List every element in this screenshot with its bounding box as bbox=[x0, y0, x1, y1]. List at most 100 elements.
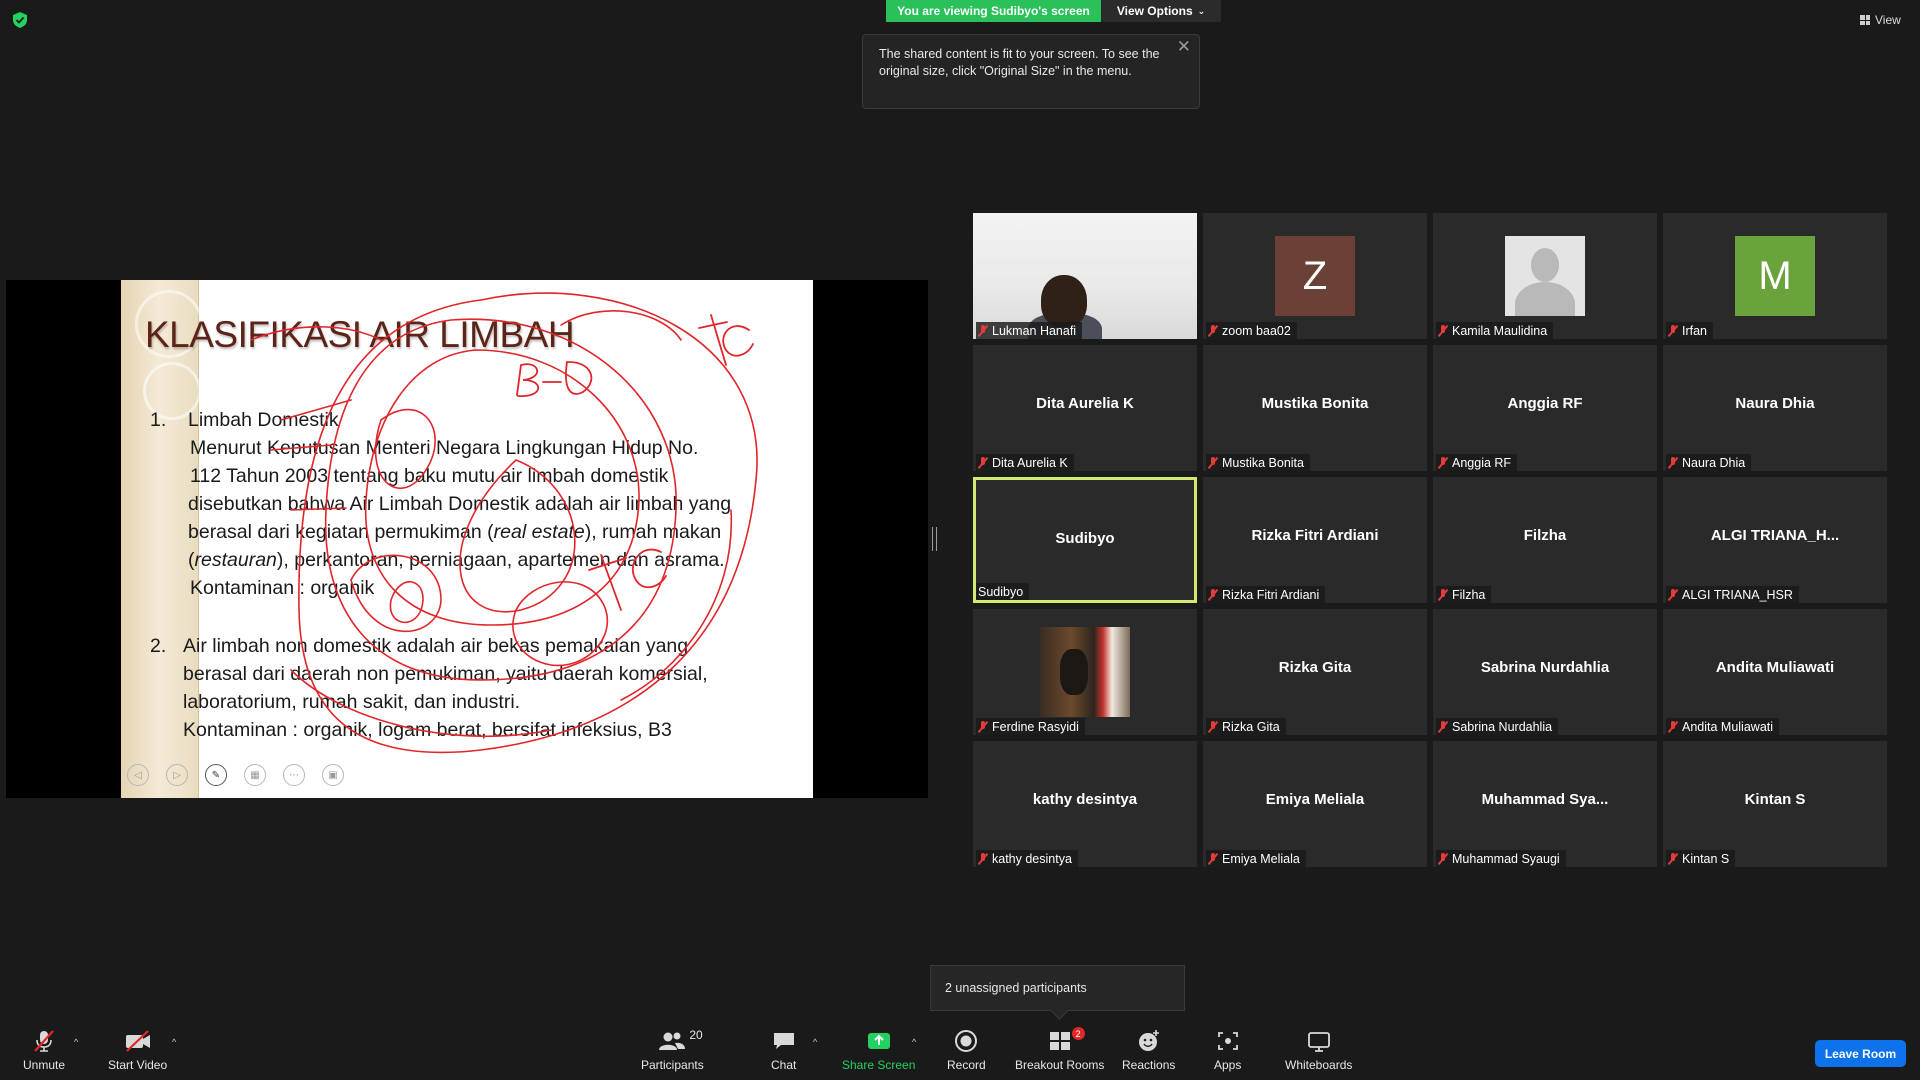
close-icon[interactable]: ✕ bbox=[1177, 38, 1191, 55]
participant-name: Filzha bbox=[1452, 587, 1486, 602]
participant-name: Dita Aurelia K bbox=[992, 455, 1068, 470]
item1-line: (restauran), perkantoran, perniagaan, ap… bbox=[188, 549, 725, 571]
chat-bubble-icon bbox=[772, 1028, 796, 1054]
start-video-button[interactable]: Start Video bbox=[108, 1028, 167, 1072]
participant-display-name: Emiya Meliala bbox=[1265, 791, 1365, 808]
participant-tile[interactable]: Muhammad Sya... Muhammad Syaugi bbox=[1433, 741, 1657, 867]
participant-display-name: Rizka Fitri Ardiani bbox=[1251, 527, 1379, 544]
share-screen-icon bbox=[866, 1028, 892, 1054]
participant-name-label: ALGI TRIANA_HSR bbox=[1666, 586, 1799, 603]
participant-tile[interactable]: Mustika Bonita Mustika Bonita bbox=[1203, 345, 1427, 471]
microphone-muted-icon bbox=[978, 324, 988, 337]
record-button[interactable]: Record bbox=[947, 1028, 986, 1072]
participant-tile[interactable]: M Irfan bbox=[1663, 213, 1887, 339]
item1-heading: Limbah Domestik bbox=[188, 409, 339, 431]
breakout-rooms-label: Breakout Rooms bbox=[1015, 1058, 1105, 1072]
microphone-muted-icon bbox=[1438, 720, 1448, 733]
whiteboard-icon bbox=[1306, 1028, 1332, 1054]
record-label: Record bbox=[947, 1058, 986, 1072]
view-options-menu[interactable]: View Options ⌄ bbox=[1101, 0, 1221, 22]
participant-name-label: Sabrina Nurdahlia bbox=[1436, 718, 1559, 735]
participant-tile[interactable]: Zzoom baa02 bbox=[1203, 213, 1427, 339]
participant-name: kathy desintya bbox=[992, 851, 1072, 866]
participant-name-label: Filzha bbox=[1436, 586, 1492, 603]
microphone-muted-icon bbox=[978, 852, 988, 865]
participant-tile[interactable]: Kamila Maulidina bbox=[1433, 213, 1657, 339]
view-options-label: View Options bbox=[1116, 4, 1193, 18]
chat-label: Chat bbox=[771, 1058, 797, 1072]
participant-name: Sudibyo bbox=[978, 584, 1024, 599]
participant-tile[interactable]: Naura Dhia Naura Dhia bbox=[1663, 345, 1887, 471]
unmute-button[interactable]: Unmute bbox=[23, 1028, 65, 1072]
participant-name: zoom baa02 bbox=[1222, 323, 1291, 338]
slide-sorter-icon[interactable]: ▦ bbox=[244, 764, 266, 786]
leave-room-button[interactable]: Leave Room bbox=[1815, 1040, 1906, 1067]
participant-name-label: Irfan bbox=[1666, 322, 1714, 339]
participant-tile[interactable]: Rizka Gita Rizka Gita bbox=[1203, 609, 1427, 735]
more-options-icon[interactable]: ⋯ bbox=[283, 764, 305, 786]
chat-options-caret[interactable]: ^ bbox=[813, 1037, 817, 1047]
participant-tile[interactable]: ALGI TRIANA_H... ALGI TRIANA_HSR bbox=[1663, 477, 1887, 603]
participant-tile[interactable]: Filzha Filzha bbox=[1433, 477, 1657, 603]
participant-display-name: ALGI TRIANA_H... bbox=[1710, 527, 1840, 544]
apps-icon bbox=[1215, 1028, 1241, 1054]
security-shield-icon[interactable] bbox=[13, 12, 27, 28]
microphone-muted-icon bbox=[1438, 588, 1448, 601]
participant-name: Emiya Meliala bbox=[1222, 851, 1300, 866]
participant-tile[interactable]: Andita Muliawati Andita Muliawati bbox=[1663, 609, 1887, 735]
microphone-muted-icon bbox=[1208, 852, 1218, 865]
display-settings-icon[interactable]: ▣ bbox=[322, 764, 344, 786]
chat-button[interactable]: Chat bbox=[771, 1028, 796, 1072]
participant-tile[interactable]: kathy desintya kathy desintya bbox=[973, 741, 1197, 867]
item2-number: 2. bbox=[150, 635, 167, 657]
participant-display-name: Filzha bbox=[1523, 527, 1567, 544]
participant-tile[interactable]: Kintan S Kintan S bbox=[1663, 741, 1887, 867]
video-options-caret[interactable]: ^ bbox=[172, 1037, 176, 1047]
share-options-caret[interactable]: ^ bbox=[912, 1037, 916, 1047]
unassigned-participants-popup[interactable]: 2 unassigned participants bbox=[930, 965, 1185, 1011]
participant-name-label: Anggia RF bbox=[1436, 454, 1518, 471]
whiteboards-button[interactable]: Whiteboards bbox=[1285, 1028, 1352, 1072]
apps-button[interactable]: Apps bbox=[1214, 1028, 1241, 1072]
participant-tile[interactable]: Anggia RF Anggia RF bbox=[1433, 345, 1657, 471]
item1-line: disebutkan bahwa Air Limbah Domestik ada… bbox=[188, 493, 732, 515]
participant-name-label: Emiya Meliala bbox=[1206, 850, 1306, 867]
participant-gallery: Lukman Hanafi Zzoom baa02 Kamila Maulidina… bbox=[973, 213, 1887, 867]
split-view-resize-handle[interactable] bbox=[932, 527, 937, 551]
next-slide-icon[interactable]: ▷ bbox=[166, 764, 188, 786]
participants-button[interactable]: 20 Participants bbox=[641, 1028, 704, 1072]
item1-line: berasal dari kegiatan permukiman (real e… bbox=[188, 521, 722, 543]
participant-tile[interactable]: Emiya Meliala Emiya Meliala bbox=[1203, 741, 1427, 867]
participant-tile[interactable]: Lukman Hanafi bbox=[973, 213, 1197, 339]
share-screen-button[interactable]: Share Screen bbox=[842, 1028, 915, 1072]
view-label: View bbox=[1875, 13, 1901, 27]
participant-display-name: Sabrina Nurdahlia bbox=[1480, 659, 1610, 676]
participant-tile[interactable]: Sabrina Nurdahlia Sabrina Nurdahlia bbox=[1433, 609, 1657, 735]
microphone-muted-icon bbox=[1668, 324, 1678, 337]
presentation-slide: KLASIFIKASI AIR LIMBAH 1. Limbah Domesti… bbox=[121, 280, 813, 798]
participant-name: Kintan S bbox=[1682, 851, 1730, 866]
microphone-muted-icon bbox=[1438, 852, 1448, 865]
participant-name-label: Rizka Fitri Ardiani bbox=[1206, 586, 1326, 603]
view-layout-button[interactable]: View bbox=[1860, 12, 1901, 28]
participant-name-label: Mustika Bonita bbox=[1206, 454, 1310, 471]
slide-controls: ◁ ▷ ✎ ▦ ⋯ ▣ bbox=[127, 764, 344, 786]
participant-tile[interactable]: Ferdine Rasyidi bbox=[973, 609, 1197, 735]
microphone-muted-icon bbox=[31, 1028, 57, 1054]
participant-display-name: Sudibyo bbox=[1055, 530, 1115, 547]
previous-slide-icon[interactable]: ◁ bbox=[127, 764, 149, 786]
shared-screen-area: KLASIFIKASI AIR LIMBAH 1. Limbah Domesti… bbox=[6, 280, 928, 798]
participant-tile[interactable]: Dita Aurelia K Dita Aurelia K bbox=[973, 345, 1197, 471]
microphone-muted-icon bbox=[978, 720, 988, 733]
participant-name: Naura Dhia bbox=[1682, 455, 1746, 470]
participant-name-label: Kamila Maulidina bbox=[1436, 322, 1554, 339]
whiteboards-label: Whiteboards bbox=[1285, 1058, 1353, 1072]
pen-tool-icon[interactable]: ✎ bbox=[205, 764, 227, 786]
reactions-button[interactable]: Reactions bbox=[1122, 1028, 1175, 1072]
item2-line: laboratorium, rumah sakit, dan industri. bbox=[183, 691, 521, 713]
share-screen-label: Share Screen bbox=[842, 1058, 916, 1072]
breakout-rooms-button[interactable]: 2 Breakout Rooms bbox=[1015, 1027, 1105, 1072]
audio-options-caret[interactable]: ^ bbox=[74, 1037, 78, 1047]
participant-tile[interactable]: Sudibyo Sudibyo bbox=[973, 477, 1197, 603]
participant-tile[interactable]: Rizka Fitri Ardiani Rizka Fitri Ardiani bbox=[1203, 477, 1427, 603]
